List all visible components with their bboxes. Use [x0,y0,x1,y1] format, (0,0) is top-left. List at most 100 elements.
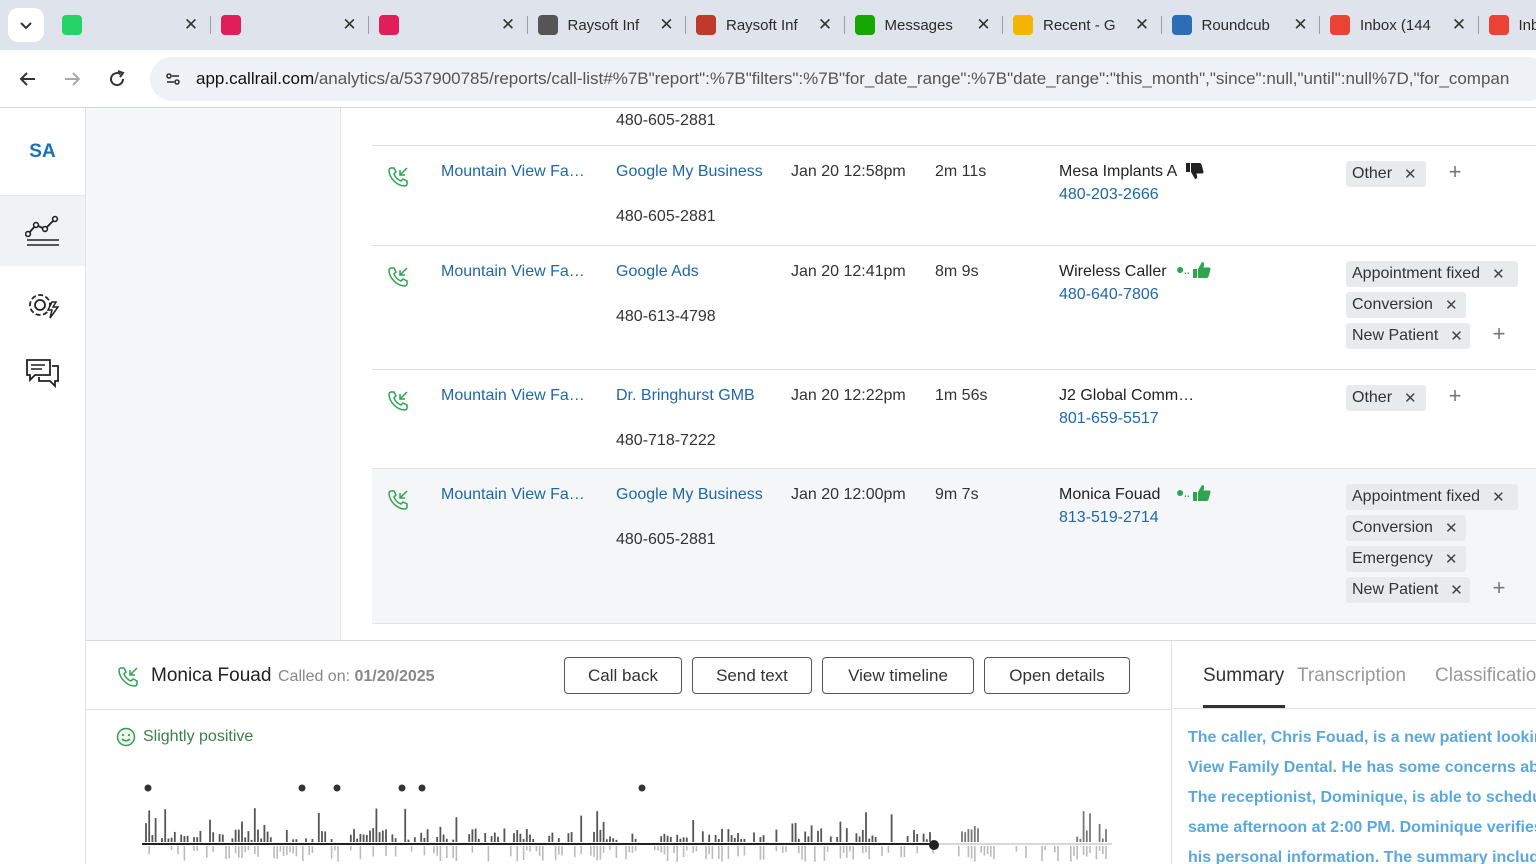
summary-line: View Family Dental. He has some concerns… [1188,759,1536,776]
source-link[interactable]: Google Ads [616,263,699,281]
add-tag-icon[interactable]: + [1488,575,1510,601]
browser-tab[interactable]: ✕ [369,6,527,44]
remove-tag-icon[interactable]: ✕ [1404,165,1417,183]
add-tag-icon[interactable]: + [1444,383,1466,409]
company-link[interactable]: Mountain View Fa… [441,263,585,281]
remove-tag-icon[interactable]: ✕ [1492,488,1505,506]
browser-tabstrip: ✕ ✕ ✕ Raysoft Inf ✕ Raysoft Inf ✕ Messages ✕ Rece… [0,0,1536,50]
tab-close-icon[interactable]: ✕ [182,15,200,35]
call-datetime: Jan 20 12:22pm [791,387,906,404]
smile-icon [116,727,136,747]
browser-tab[interactable]: ✕ [52,6,210,44]
table-row[interactable]: Mountain View Fa… Google My Business 480-6… [372,146,1536,246]
rail-settings-automation[interactable] [0,270,85,340]
remove-tag-icon[interactable]: ✕ [1450,581,1463,599]
send-text-button[interactable]: Send text [692,657,812,694]
slack-icon [220,15,241,35]
tracking-number: 480-605-2881 [616,531,716,548]
summary-line: The caller, Chris Fouad, is a new patien… [1188,729,1536,746]
call-audio-waveform[interactable] [142,781,1122,864]
caller-number-link[interactable]: 480-203-2666 [1059,186,1159,204]
call-duration: 9m 7s [935,486,979,503]
caller-number-link[interactable]: 480-640-7806 [1059,286,1159,304]
forward-arrow-icon[interactable] [57,64,87,94]
source-link[interactable]: Google My Business [616,163,763,181]
browser-tab[interactable]: Raysoft Inf ✕ [528,6,686,44]
site-info-icon[interactable] [160,66,186,92]
tab-close-icon[interactable]: ✕ [1450,15,1468,35]
browser-tab[interactable]: ✕ [211,6,369,44]
keyword-marker[interactable] [333,784,341,792]
tag-chip: New Patient ✕ [1346,323,1470,349]
browser-tab[interactable]: Inbox (144 ✕ [1320,6,1478,44]
summary-line: The receptionist, Dominique, is able to … [1188,789,1536,806]
caller-number-link[interactable]: 801-659-5517 [1059,410,1159,428]
tab-title: Recent - G [1043,16,1116,34]
reload-icon[interactable] [102,64,132,94]
tab-close-icon[interactable]: ✕ [1133,15,1151,35]
table-row[interactable]: Mountain View Fa… Google My Business 480-6… [372,469,1536,624]
browser-tab[interactable]: Roundcub ✕ [1162,6,1320,44]
remove-tag-icon[interactable]: ✕ [1492,265,1505,283]
caller-name: J2 Global Comm… [1059,387,1195,404]
url-text: app.callrail.com/analytics/a/537900785/r… [196,69,1509,89]
tab-classification[interactable]: Classification [1435,665,1536,687]
browser-tab[interactable]: Inbox (1) -✕ [1479,6,1536,44]
browser-tab[interactable]: Raysoft Inf ✕ [686,6,844,44]
source-link[interactable]: Dr. Bringhurst GMB [616,387,755,405]
open-details-button[interactable]: Open details [984,657,1130,694]
remove-tag-icon[interactable]: ✕ [1404,389,1417,407]
keyword-marker[interactable] [398,784,406,792]
thumbs-up-icon[interactable] [1192,484,1212,502]
tab-close-icon[interactable]: ✕ [341,15,359,35]
account-logo[interactable]: SA [0,108,85,196]
back-arrow-icon[interactable] [13,64,43,94]
keyword-marker[interactable] [418,784,426,792]
tab-close-icon[interactable]: ✕ [499,15,517,35]
address-bar[interactable]: app.callrail.com/analytics/a/537900785/r… [150,57,1536,101]
keyword-marker[interactable] [144,784,152,792]
partial-row [372,108,1536,146]
roundcube-icon [1171,15,1192,35]
tab-transcription[interactable]: Transcription [1297,665,1406,687]
rail-analytics[interactable] [0,196,85,266]
call-back-button[interactable]: Call back [564,657,682,694]
table-row[interactable]: Mountain View Fa… Dr. Bringhurst GMB 480-7… [372,370,1536,469]
screen: ✕ ✕ ✕ Raysoft Inf ✕ Raysoft Inf ✕ Messages ✕ Rece… [0,0,1536,864]
remove-tag-icon[interactable]: ✕ [1445,296,1458,314]
caller-number-link[interactable]: 813-519-2714 [1059,509,1159,527]
table-row[interactable]: Mountain View Fa… Google Ads 480-613-4798 J… [372,246,1536,370]
browser-tab[interactable]: Recent - G ✕ [1003,6,1161,44]
messages-icon [25,359,59,389]
tab-search-chevron-icon[interactable] [8,8,44,42]
tag-chip: Conversion ✕ [1346,292,1466,318]
tab-summary[interactable]: Summary [1203,665,1284,687]
tab-close-icon[interactable]: ✕ [816,15,834,35]
tag-chip: Other ✕ [1346,385,1426,411]
browser-tab[interactable]: Messages ✕ [845,6,1003,44]
view-timeline-button[interactable]: View timeline [822,657,974,694]
detail-caller-name: Monica Fouad [151,665,272,686]
remove-tag-icon[interactable]: ✕ [1445,519,1458,537]
call-duration: 2m 11s [935,163,987,180]
add-tag-icon[interactable]: + [1444,159,1466,185]
keyword-marker[interactable] [638,784,646,792]
playhead-handle[interactable] [929,840,939,850]
company-link[interactable]: Mountain View Fa… [441,163,585,181]
tab-close-icon[interactable]: ✕ [1292,15,1310,35]
thumbs-up-icon[interactable] [1192,261,1212,279]
thumbs-down-icon[interactable] [1185,162,1205,180]
remove-tag-icon[interactable]: ✕ [1450,327,1463,345]
add-tag-icon[interactable]: + [1488,321,1510,347]
rail-messages[interactable] [0,338,85,408]
caller-name: Mesa Implants A [1059,163,1178,180]
company-link[interactable]: Mountain View Fa… [441,387,585,405]
keyword-marker[interactable] [298,784,306,792]
tab-close-icon[interactable]: ✕ [658,15,676,35]
company-link[interactable]: Mountain View Fa… [441,486,585,504]
source-link[interactable]: Google My Business [616,486,763,504]
tab-close-icon[interactable]: ✕ [975,15,993,35]
remove-tag-icon[interactable]: ✕ [1445,550,1458,568]
call-detail-panel: Monica Fouad Called on: 01/20/2025 Call … [86,640,1536,864]
tag-label: Conversion [1352,519,1433,536]
